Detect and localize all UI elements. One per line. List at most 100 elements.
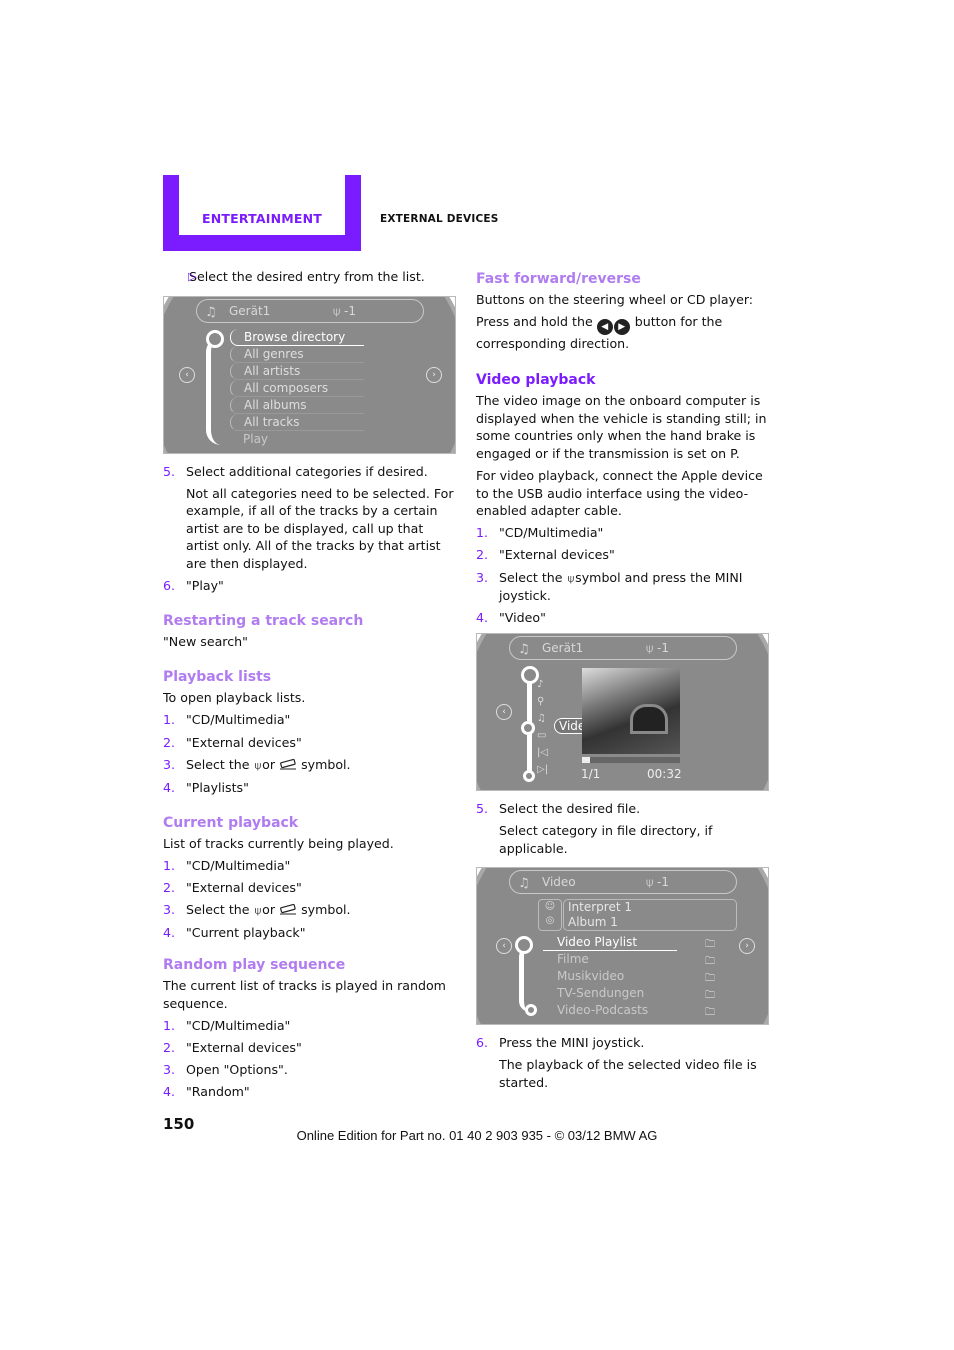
usb-icon: ⍦ — [254, 758, 262, 772]
menu-item[interactable]: All composers — [230, 379, 364, 397]
menu-rail — [206, 336, 221, 445]
rail-bottom-knob — [523, 769, 535, 782]
step-number: 4. — [163, 925, 176, 941]
device-name: Gerät1 — [229, 303, 271, 318]
step-number: 3. — [163, 756, 176, 772]
step-item: 1. "CD/Multimedia" — [163, 857, 455, 875]
step-item: 5. Select the desired file. — [476, 800, 768, 818]
step-text: "CD/Multimedia" — [499, 525, 604, 541]
tunnel-image — [630, 703, 668, 734]
category-name: Video — [542, 875, 576, 890]
step-text: symbol. — [301, 902, 351, 918]
step-item: 4. "Random" — [163, 1083, 455, 1101]
step-number: 2. — [163, 880, 176, 895]
step-text: Select the desired file. — [499, 800, 641, 816]
video-thumbnail — [582, 667, 680, 754]
artist-icon[interactable]: ♪ — [537, 676, 548, 693]
menu-rail — [519, 946, 530, 1013]
usb-label: ⍦ -1 — [646, 637, 669, 659]
step-text: "Video" — [499, 610, 546, 626]
back-arrow-icon[interactable]: ‹ — [179, 366, 195, 383]
usb-label: ⍦ -1 — [646, 871, 669, 893]
rail-bottom-knob — [525, 1004, 537, 1017]
chapter-title: EXTERNAL DEVICES — [380, 213, 499, 225]
step-item: 4. "Playlists" — [163, 779, 455, 797]
now-playing-info: Interpret 1 Album 1 — [563, 899, 737, 932]
menu-item[interactable]: Video Playlist — [543, 934, 677, 952]
multimedia-icon: ♫ — [518, 641, 530, 657]
step-text: "Playlists" — [186, 779, 249, 795]
playback-time: 00:32 — [647, 766, 682, 781]
category-title-bar: ♫ Video ⍦ -1 — [509, 870, 737, 895]
menu-item[interactable]: Filme — [543, 951, 677, 967]
selection-knob — [206, 329, 224, 348]
step-text: Select additional categories if desired. — [186, 463, 428, 479]
step-number: 1. — [476, 525, 489, 541]
step-text: Press the MINI joystick. — [499, 1035, 645, 1051]
disc-icon: ◎ — [545, 915, 555, 927]
step-item: 3. Select the ⍦or symbol. — [163, 756, 455, 775]
menu-item[interactable]: Play — [230, 431, 363, 447]
step-item: 3. Open "Options". — [163, 1061, 455, 1079]
usb-label: ⍦ -1 — [333, 300, 356, 322]
step-number: 3. — [163, 1062, 176, 1078]
step-text: "Random" — [186, 1084, 250, 1100]
step-item: 2. "External devices" — [163, 1039, 455, 1057]
text: Press and hold the — [476, 314, 593, 330]
step-number: 1. — [163, 857, 176, 873]
folder-icon: 🗀 — [705, 973, 715, 985]
back-arrow-icon[interactable]: ‹ — [496, 938, 512, 955]
section-tab-inner — [179, 175, 345, 235]
step-text: "External devices" — [186, 880, 302, 895]
folder-icon: 🗀 — [705, 939, 715, 951]
menu-item[interactable]: Video-Podcasts — [543, 1002, 677, 1018]
person-icon: ☺ — [544, 901, 556, 913]
step-text: "Play" — [186, 578, 224, 594]
device-title-bar: ♫ Gerät1 ⍦ -1 — [196, 298, 424, 323]
next-icon[interactable]: ▷| — [537, 761, 548, 778]
previous-icon[interactable]: |◁ — [537, 744, 548, 761]
menu-item[interactable]: All genres — [230, 345, 364, 363]
usb-icon: ⍦ — [254, 904, 262, 918]
step-text: "CD/Multimedia" — [186, 1017, 291, 1033]
search-icon[interactable]: ⚲ — [537, 693, 548, 710]
usb-index: -1 — [344, 303, 356, 318]
usb-icon: ⍦ — [646, 875, 654, 890]
menu-item[interactable]: All artists — [230, 362, 364, 380]
progress-fill — [582, 756, 590, 763]
step-text: "External devices" — [499, 547, 615, 563]
step-item: 3. Select the ⍦or symbol. — [163, 901, 455, 920]
usb-icon: ⍦ — [567, 571, 575, 585]
menu-item[interactable]: Browse directory — [230, 328, 364, 346]
forward-arrow-icon[interactable]: › — [739, 938, 755, 955]
paragraph: "New search" — [163, 634, 248, 650]
folder-icon: 🗀 — [705, 956, 715, 968]
step-item: 1. "CD/Multimedia" — [476, 524, 768, 542]
step-number: 2. — [163, 734, 176, 750]
video-icon[interactable]: ▭ — [537, 727, 548, 744]
menu-item[interactable]: All albums — [230, 396, 364, 414]
paragraph: The current list of tracks is played in … — [163, 978, 446, 1011]
step-note: The playback of the selected video file … — [499, 1057, 757, 1090]
step-number: 6. — [476, 1035, 489, 1051]
music-icon[interactable]: ♫ — [537, 710, 548, 727]
step-number: 1. — [163, 712, 176, 728]
step-item: 6. Press the MINI joystick. — [476, 1034, 768, 1052]
progress-track[interactable] — [582, 756, 680, 763]
back-arrow-icon[interactable]: ‹ — [496, 703, 512, 720]
menu-item[interactable]: Musikvideo — [543, 968, 677, 984]
device-title-bar: ♫ Gerät1 ⍦ -1 — [509, 635, 737, 660]
step-item: 2. "External devices" — [476, 546, 768, 564]
folder-icon: 🗀 — [705, 1007, 715, 1019]
selection-knob — [521, 720, 535, 735]
selection-knob — [515, 936, 533, 955]
forward-arrow-icon[interactable]: › — [426, 366, 442, 383]
heading-restart-search: Restarting a track search — [163, 613, 364, 630]
menu-item[interactable]: All tracks — [230, 413, 364, 431]
info-icons: ☺ ◎ — [538, 899, 562, 932]
cd-player-icon — [280, 904, 297, 915]
usb-icon: ⍦ — [646, 640, 654, 655]
paragraph: For video playback, connect the Apple de… — [476, 468, 763, 519]
menu-item[interactable]: TV-Sendungen — [543, 985, 677, 1001]
step-text: Select the — [186, 756, 250, 772]
